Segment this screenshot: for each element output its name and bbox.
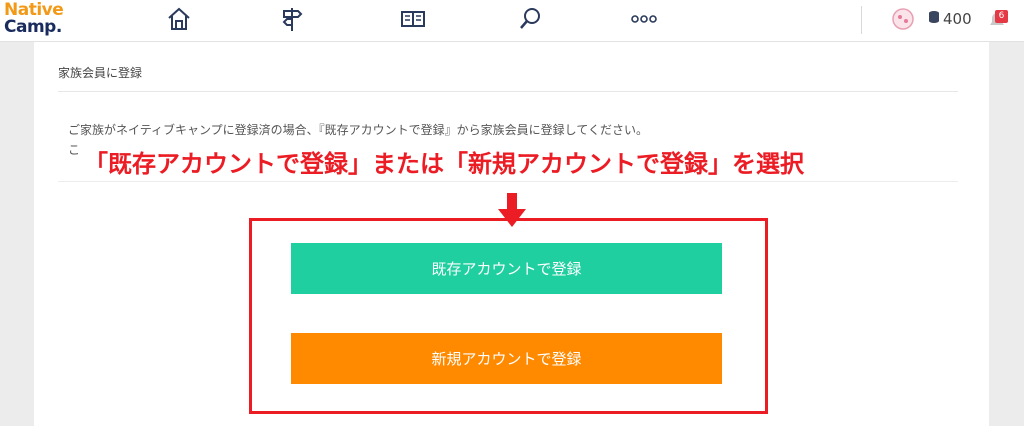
coin-count: 400 — [943, 10, 972, 28]
description-text-line2: こ — [68, 143, 81, 157]
avatar[interactable] — [890, 6, 916, 32]
signpost-icon[interactable] — [275, 4, 309, 34]
description-divider — [58, 181, 958, 182]
notification-badge: 6 — [995, 10, 1008, 23]
coin-icon — [928, 10, 940, 28]
native-camp-logo[interactable]: Native Camp. — [4, 2, 64, 37]
coin-balance[interactable]: 400 — [928, 10, 972, 28]
notification-button[interactable]: 6 — [986, 7, 1016, 33]
title-divider — [58, 91, 958, 92]
home-icon[interactable] — [162, 4, 196, 34]
header-divider — [861, 6, 862, 34]
instruction-annotation: 「既存アカウントで登録」または「新規アカウントで登録」を選択 — [84, 150, 804, 178]
register-new-account-button[interactable]: 新規アカウントで登録 — [291, 333, 722, 384]
top-navigation-bar: Native Camp. 400 6 — [0, 0, 1024, 42]
register-existing-account-button[interactable]: 既存アカウントで登録 — [291, 243, 722, 294]
search-icon[interactable] — [513, 4, 547, 34]
page-title: 家族会員に登録 — [58, 66, 143, 80]
logo-line-2: Camp. — [4, 17, 62, 37]
more-icon[interactable] — [627, 4, 661, 34]
book-icon[interactable] — [396, 4, 430, 34]
description-text: ご家族がネイティブキャンプに登録済の場合、『既存アカウントで登録』から家族会員に… — [68, 123, 648, 137]
